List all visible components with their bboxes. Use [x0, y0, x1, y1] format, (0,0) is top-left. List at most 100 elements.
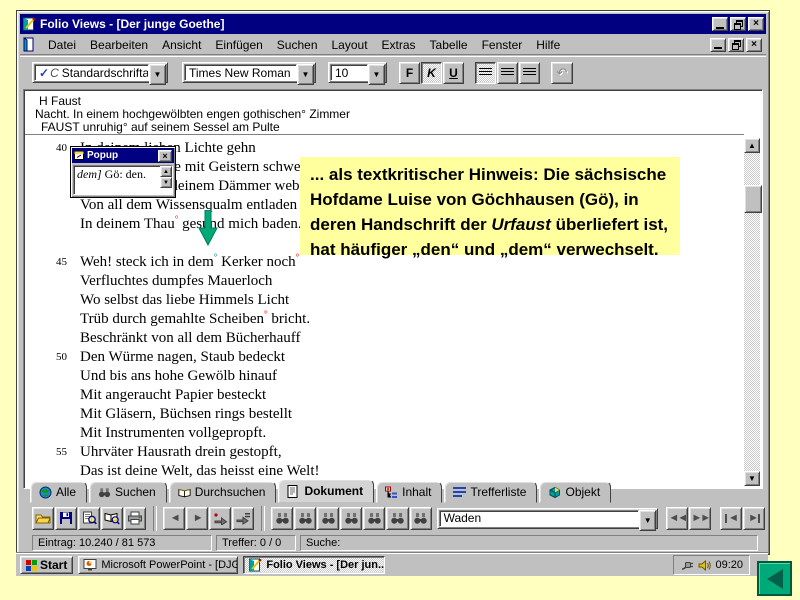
poem-text: Trüb durch gemahlte Scheiben° bricht.: [80, 310, 310, 329]
menu-item-bearbeiten[interactable]: Bearbeiten: [83, 36, 155, 54]
poem-line: Trüb durch gemahlte Scheiben° bricht.: [25, 310, 744, 329]
task-button-powerpoint[interactable]: Microsoft PowerPoint - [DJG1: [78, 556, 238, 574]
speaker-icon[interactable]: [698, 560, 711, 571]
last-hit-button[interactable]: [386, 507, 408, 530]
menu-item-extras[interactable]: Extras: [375, 36, 423, 54]
poem-line: Und bis ans hohe Gewölb hinauf: [25, 367, 744, 386]
clear-query-button[interactable]: [410, 507, 432, 530]
open-button[interactable]: [32, 507, 54, 530]
menu-item-einfügen[interactable]: Einfügen: [208, 36, 269, 54]
minimize-icon: [714, 47, 722, 49]
size-combobox[interactable]: 10 ▼: [328, 62, 387, 83]
minimize-button[interactable]: [712, 17, 728, 31]
task-label: Microsoft PowerPoint - [DJG1: [101, 559, 238, 571]
tab-trefferliste[interactable]: Trefferliste: [444, 481, 537, 503]
binoculars-icon: [413, 512, 428, 525]
align-right-button[interactable]: [519, 62, 540, 84]
next-partition-button[interactable]: ►►: [689, 507, 711, 530]
poem-line: 55Uhrväter Hausrath drein gestopft,: [25, 443, 744, 462]
style-dropdown-button[interactable]: ▼: [149, 64, 166, 85]
menu-item-datei[interactable]: Datei: [41, 36, 83, 54]
prev-hit-button[interactable]: [317, 507, 339, 530]
status-bar: Eintrag: 10.240 / 81 573 Treffer: 0 / 0 …: [20, 534, 766, 552]
menu-item-layout[interactable]: Layout: [325, 36, 375, 54]
query-jump-icon: [213, 512, 228, 525]
binoculars-icon: [344, 512, 359, 525]
menu-item-hilfe[interactable]: Hilfe: [529, 36, 567, 54]
go-back-button[interactable]: ◄: [163, 507, 185, 530]
footnote-marker[interactable]: °: [296, 252, 300, 262]
child-close-button[interactable]: ×: [746, 38, 762, 52]
font-combobox[interactable]: Times New Roman ▼: [182, 62, 316, 83]
search-combobox[interactable]: Waden ▼: [437, 508, 659, 529]
poem-line: Mit Gläsern, Büchsen rings bestellt: [25, 405, 744, 424]
document-control-icon[interactable]: [22, 37, 37, 52]
menu-item-fenster[interactable]: Fenster: [475, 36, 530, 54]
tab-suchen[interactable]: Suchen: [89, 481, 167, 503]
first-page-button[interactable]: ◄: [720, 507, 742, 530]
font-combobox-value: Times New Roman: [189, 66, 291, 80]
taskbar: Start Microsoft PowerPoint - [DJG1 Folio…: [16, 553, 768, 576]
line-number: [56, 310, 80, 329]
browse-search-button[interactable]: [101, 507, 123, 530]
double-back-icon: ◄◄: [668, 512, 686, 524]
child-restore-button[interactable]: [728, 38, 744, 52]
power-plug-icon: [680, 560, 694, 571]
font-dropdown-button[interactable]: ▼: [297, 64, 314, 85]
binoculars-icon: [390, 512, 405, 525]
last-page-button[interactable]: ►: [743, 507, 765, 530]
italic-button[interactable]: K: [421, 62, 442, 84]
style-combobox[interactable]: ✓ C Standardschriftart ▼: [32, 62, 168, 83]
query-button[interactable]: [271, 507, 293, 530]
align-left-button[interactable]: [475, 62, 496, 84]
menu-item-suchen[interactable]: Suchen: [270, 36, 325, 54]
popup-scroll-down-button[interactable]: ▼: [160, 177, 172, 188]
print-button[interactable]: [124, 507, 146, 530]
poem-text: Und bis ans hohe Gewölb hinauf: [80, 367, 277, 386]
menu-item-tabelle[interactable]: Tabelle: [423, 36, 475, 54]
goto-record-button[interactable]: [232, 507, 254, 530]
tab-inhalt[interactable]: Inhalt: [376, 481, 442, 503]
close-button[interactable]: ×: [748, 17, 764, 31]
window-title: Folio Views - [Der junge Goethe]: [40, 17, 224, 31]
tab-alle[interactable]: Alle: [30, 481, 87, 503]
scroll-up-button[interactable]: ▲: [744, 138, 760, 153]
size-dropdown-button[interactable]: ▼: [368, 64, 385, 85]
bold-button[interactable]: F: [399, 62, 420, 84]
poem-text: In deinem Thau° gesund mich baden.: [80, 215, 302, 234]
verse-text: Wo selbst das liebe Himmels Licht: [80, 292, 289, 308]
current-hit-button[interactable]: [340, 507, 362, 530]
go-forward-button[interactable]: ►: [186, 507, 208, 530]
prev-partition-button[interactable]: ◄◄: [666, 507, 688, 530]
line-number: 45: [56, 253, 80, 272]
search-dropdown-button[interactable]: ▼: [639, 510, 656, 531]
tab-label: Objekt: [565, 485, 600, 499]
menu-items: DateiBearbeitenAnsichtEinfügenSuchenLayo…: [41, 36, 567, 54]
tab-durchsuchen[interactable]: Durchsuchen: [169, 481, 277, 503]
popup-scroll-up-button[interactable]: ▲: [160, 166, 172, 177]
tab-label: Alle: [56, 485, 76, 499]
popup-close-button[interactable]: ×: [158, 150, 172, 162]
menu-item-ansicht[interactable]: Ansicht: [155, 36, 208, 54]
align-center-button[interactable]: [497, 62, 518, 84]
annotation-box: ... als textkritischer Hinweis: Die säch…: [300, 157, 680, 255]
goto-query-button[interactable]: [209, 507, 231, 530]
tab-dokument[interactable]: Dokument: [278, 479, 374, 503]
verse-text: Den Würme nagen, Staub bedeckt: [80, 349, 285, 365]
task-button-folio-views[interactable]: Folio Views - [Der jun...: [243, 556, 385, 574]
restore-button[interactable]: [730, 17, 746, 31]
first-hit-button[interactable]: [294, 507, 316, 530]
start-button[interactable]: Start: [20, 556, 73, 574]
underline-button[interactable]: U: [443, 62, 464, 84]
undo-button[interactable]: ↶: [551, 62, 573, 84]
next-hit-button[interactable]: [363, 507, 385, 530]
search-document-button[interactable]: [78, 507, 100, 530]
search-combobox-value: Waden: [444, 511, 482, 525]
open-icon: [35, 511, 51, 525]
save-button[interactable]: [55, 507, 77, 530]
tab-label: Trefferliste: [470, 485, 526, 499]
scrollbar-thumb[interactable]: [744, 185, 762, 213]
child-minimize-button[interactable]: [710, 38, 726, 52]
tab-objekt[interactable]: Objekt: [539, 481, 611, 503]
slide-back-button[interactable]: [757, 561, 792, 596]
